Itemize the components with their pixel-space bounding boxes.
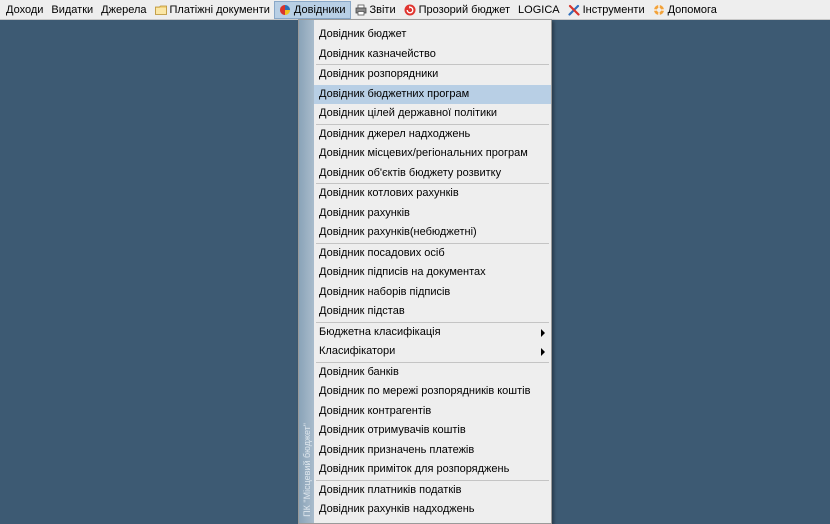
tools-icon (568, 4, 580, 16)
menu-dohody[interactable]: Доходи (2, 1, 47, 19)
menu-item[interactable]: Довідник отримувачів коштів (314, 421, 551, 441)
menu-item-label: Класифікатори (319, 345, 396, 357)
menu-item[interactable]: Довідник об'єктів бюджету розвитку (314, 164, 551, 184)
menu-item[interactable]: Довідник призначень платежів (314, 441, 551, 461)
menu-items: Довідник бюджет Довідник казначейство До… (314, 20, 551, 520)
submenu-arrow-icon (541, 348, 545, 356)
menu-side-label: ПК "Місцевий бюджет" (302, 423, 312, 517)
menu-item[interactable]: Довідник рахунків(небюджетні) (314, 223, 551, 243)
menu-item[interactable]: Довідник розпорядники (314, 65, 551, 85)
menu-logica[interactable]: LOGICA (514, 1, 564, 19)
menu-item[interactable]: Довідник підписів на документах (314, 263, 551, 283)
menu-label: LOGICA (518, 3, 560, 16)
menu-label: Довідники (293, 3, 346, 16)
menu-item-highlighted[interactable]: Довідник бюджетних програм (314, 84, 551, 104)
menu-item[interactable]: Довідник рахунків (314, 204, 551, 224)
book-icon (279, 4, 291, 16)
menu-label: Платіжні документи (169, 3, 270, 16)
menu-item[interactable]: Довідник банків (314, 363, 551, 383)
menu-item-label: Бюджетна класифікація (319, 325, 441, 338)
menu-label: Прозорий бюджет (418, 3, 511, 16)
submenu-item-klasyfikatory[interactable]: Класифікатори (314, 342, 551, 362)
menu-label: Видатки (51, 3, 94, 16)
menu-item[interactable]: Довідник рахунків надходжень (314, 500, 551, 520)
menu-item[interactable]: Довідник наборів підписів (314, 283, 551, 303)
menu-item[interactable]: Довідник підстав (314, 302, 551, 322)
menu-item[interactable]: Довідник посадових осіб (314, 244, 551, 264)
menu-label: Допомога (667, 3, 717, 16)
menu-dovidnyky[interactable]: Довідники (273, 0, 351, 19)
menu-item[interactable]: Довідник по мережі розпорядників коштів (314, 382, 551, 402)
menu-zvity[interactable]: Звіти (351, 1, 400, 19)
menu-dopomoha[interactable]: Допомога (649, 1, 721, 19)
menu-label: Звіти (369, 3, 396, 16)
menu-item[interactable]: Довідник контрагентів (314, 402, 551, 422)
menu-item[interactable]: Довідник котлових рахунків (314, 184, 551, 204)
menu-item[interactable]: Довідник цілей державної політики (314, 104, 551, 124)
menu-label: Інструменти (582, 3, 645, 16)
submenu-item-biudzhetna-klasyfikatsiia[interactable]: Бюджетна класифікація (314, 323, 551, 343)
dovidnyky-dropdown-menu: ПК "Місцевий бюджет" Довідник бюджет Дов… (298, 19, 552, 524)
menu-bar: Доходи Видатки Джерела Платіжні документ… (0, 0, 830, 20)
menu-instrumenty[interactable]: Інструменти (564, 1, 649, 19)
lifebuoy-icon (653, 4, 665, 16)
folder-icon (154, 4, 167, 16)
menu-item[interactable]: Довідник джерел надходжень (314, 125, 551, 145)
menu-side-stripe: ПК "Місцевий бюджет" (299, 20, 314, 523)
menu-item[interactable]: Довідник платників податків (314, 481, 551, 501)
menu-dzherela[interactable]: Джерела (97, 1, 150, 19)
menu-item[interactable]: Довідник казначейство (314, 45, 551, 65)
menu-vydatky[interactable]: Видатки (47, 1, 97, 19)
menu-label: Доходи (6, 3, 44, 16)
menu-item[interactable]: Довідник місцевих/регіональних програм (314, 144, 551, 164)
printer-icon (355, 4, 367, 16)
submenu-arrow-icon (541, 328, 545, 337)
menu-label: Джерела (101, 3, 147, 16)
refresh-icon (404, 4, 416, 16)
menu-platizhni-dokumenty[interactable]: Платіжні документи (151, 1, 274, 19)
menu-prozoryi-biudzhet[interactable]: Прозорий бюджет (400, 1, 514, 19)
menu-item[interactable]: Довідник бюджет (314, 25, 551, 45)
menu-item[interactable]: Довідник приміток для розпоряджень (314, 460, 551, 480)
